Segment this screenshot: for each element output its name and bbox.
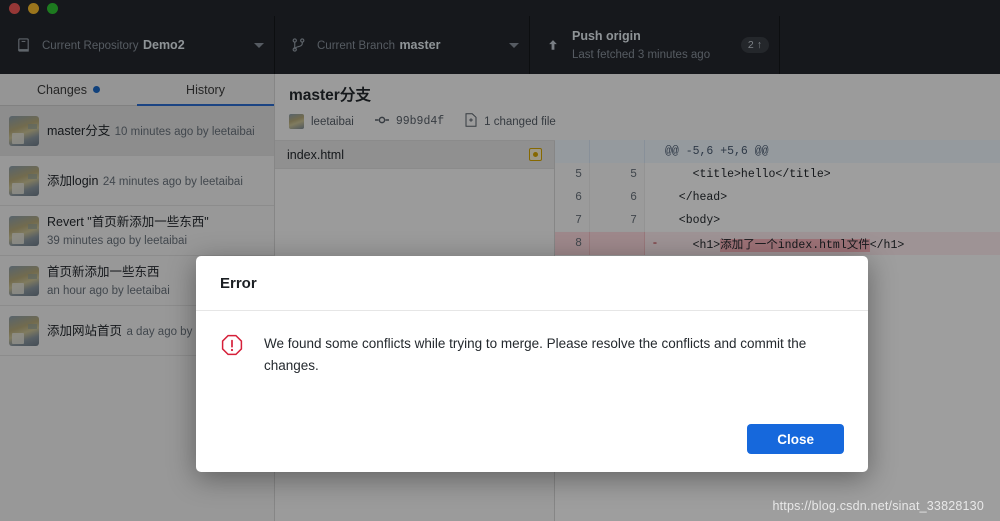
dialog-footer: Close — [196, 410, 868, 472]
app-window: Current Repository Demo2 Current Branch … — [0, 0, 1000, 521]
watermark: https://blog.csdn.net/sinat_33828130 — [772, 499, 984, 513]
error-octagon-icon — [220, 334, 244, 410]
dialog-title: Error — [196, 256, 868, 311]
dialog-message: We found some conflicts while trying to … — [264, 336, 807, 373]
error-dialog: Error We found some conflicts while tryi… — [196, 256, 868, 472]
close-button[interactable]: Close — [747, 424, 844, 454]
dialog-body: We found some conflicts while trying to … — [196, 311, 868, 410]
